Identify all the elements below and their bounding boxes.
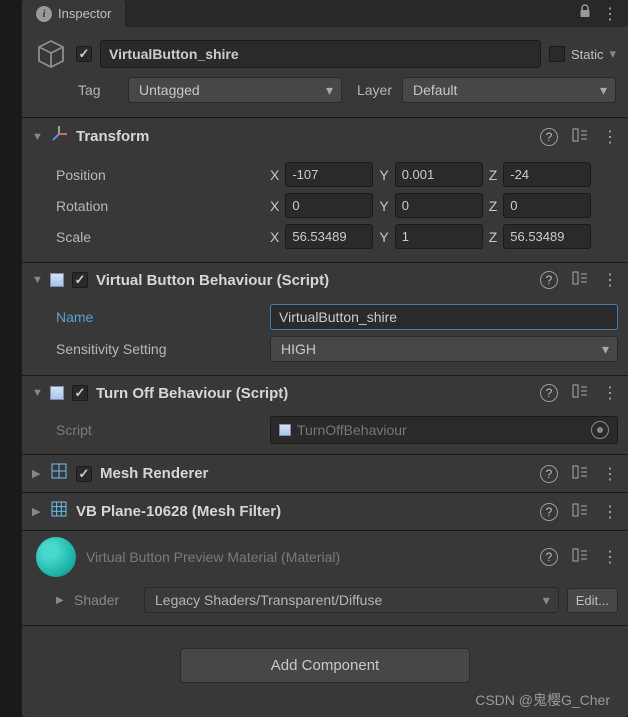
static-checkbox[interactable]: [549, 46, 565, 62]
help-icon[interactable]: ?: [540, 128, 558, 146]
position-label: Position: [56, 167, 260, 183]
scale-x-input[interactable]: [285, 224, 373, 249]
material-title: Virtual Button Preview Material (Materia…: [86, 549, 530, 565]
watermark: CSDN @鬼樱G_Cher: [475, 690, 610, 710]
shader-edit-button[interactable]: Edit...: [567, 588, 618, 613]
preset-icon[interactable]: [572, 271, 588, 289]
rotation-x-input[interactable]: [285, 193, 373, 218]
lock-icon[interactable]: [578, 4, 592, 24]
vbb-name-input[interactable]: [270, 304, 618, 330]
scale-y-input[interactable]: [395, 224, 483, 249]
shader-dropdown[interactable]: Legacy Shaders/Transparent/Diffuse: [144, 587, 559, 613]
tag-dropdown[interactable]: Untagged: [128, 77, 342, 103]
mesh-filter-header[interactable]: ▶ VB Plane-10628 (Mesh Filter) ? ⋮: [22, 493, 628, 530]
position-x-input[interactable]: [285, 162, 373, 187]
layer-label: Layer: [352, 82, 392, 98]
foldout-icon: ▼: [32, 387, 42, 399]
script-icon: [50, 386, 64, 400]
transform-icon: [50, 125, 68, 148]
transform-header[interactable]: ▼ Transform ? ⋮: [22, 118, 628, 155]
preset-icon[interactable]: [572, 503, 588, 521]
menu-icon[interactable]: ⋮: [602, 547, 618, 567]
mesh-renderer-header[interactable]: ▶ Mesh Renderer ? ⋮: [22, 455, 628, 492]
shader-label: Shader: [74, 592, 136, 608]
gameobject-name-input[interactable]: [100, 40, 541, 68]
mesh-renderer-enabled-checkbox[interactable]: [76, 466, 92, 482]
tab-bar: i Inspector ⋮: [22, 0, 628, 27]
foldout-icon: ▶: [32, 505, 42, 518]
vbb-name-label: Name: [56, 309, 260, 325]
tab-menu-icon[interactable]: ⋮: [602, 4, 618, 24]
preset-icon[interactable]: [572, 465, 588, 483]
transform-title: Transform: [76, 128, 532, 145]
foldout-icon: ▶: [32, 467, 42, 480]
scale-z-input[interactable]: [503, 224, 591, 249]
gameobject-icon: [34, 37, 68, 71]
info-icon: i: [36, 6, 52, 22]
position-y-input[interactable]: [395, 162, 483, 187]
help-icon[interactable]: ?: [540, 548, 558, 566]
virtual-button-behaviour-component: ▼ Virtual Button Behaviour (Script) ? ⋮ …: [22, 262, 628, 375]
menu-icon[interactable]: ⋮: [602, 270, 618, 290]
vbb-header[interactable]: ▼ Virtual Button Behaviour (Script) ? ⋮: [22, 263, 628, 297]
help-icon[interactable]: ?: [540, 384, 558, 402]
mesh-filter-title: VB Plane-10628 (Mesh Filter): [76, 503, 532, 520]
scale-label: Scale: [56, 229, 260, 245]
preset-icon[interactable]: [572, 384, 588, 402]
mesh-renderer-component: ▶ Mesh Renderer ? ⋮: [22, 454, 628, 492]
tab-title: Inspector: [58, 6, 111, 21]
tob-enabled-checkbox[interactable]: [72, 385, 88, 401]
inspector-tab[interactable]: i Inspector: [22, 0, 125, 27]
vbb-enabled-checkbox[interactable]: [72, 272, 88, 288]
sensitivity-label: Sensitivity Setting: [56, 341, 260, 357]
preset-icon[interactable]: [572, 128, 588, 146]
rotation-label: Rotation: [56, 198, 260, 214]
sensitivity-dropdown[interactable]: HIGH: [270, 336, 618, 362]
help-icon[interactable]: ?: [540, 271, 558, 289]
enabled-checkbox[interactable]: [76, 46, 92, 62]
material-section: Virtual Button Preview Material (Materia…: [22, 530, 628, 625]
script-icon: [279, 424, 291, 436]
script-label: Script: [56, 422, 260, 438]
layer-dropdown[interactable]: Default: [402, 77, 616, 103]
static-dropdown-icon[interactable]: ▾: [609, 46, 616, 62]
tob-header[interactable]: ▼ Turn Off Behaviour (Script) ? ⋮: [22, 376, 628, 410]
foldout-icon: ▼: [32, 274, 42, 286]
mesh-renderer-icon: [50, 462, 68, 485]
help-icon[interactable]: ?: [540, 465, 558, 483]
help-icon[interactable]: ?: [540, 503, 558, 521]
position-z-input[interactable]: [503, 162, 591, 187]
menu-icon[interactable]: ⋮: [602, 383, 618, 403]
menu-icon[interactable]: ⋮: [602, 127, 618, 147]
tag-label: Tag: [78, 82, 118, 98]
script-field[interactable]: TurnOffBehaviour: [270, 416, 618, 444]
preset-icon[interactable]: [572, 548, 588, 566]
foldout-icon[interactable]: ▶: [56, 595, 66, 606]
object-picker-icon[interactable]: [591, 421, 609, 439]
foldout-icon: ▼: [32, 131, 42, 143]
rotation-y-input[interactable]: [395, 193, 483, 218]
menu-icon[interactable]: ⋮: [602, 464, 618, 484]
rotation-z-input[interactable]: [503, 193, 591, 218]
mesh-renderer-title: Mesh Renderer: [100, 465, 532, 482]
mesh-filter-icon: [50, 500, 68, 523]
vbb-title: Virtual Button Behaviour (Script): [96, 272, 532, 289]
tag-layer-row: Tag Untagged Layer Default: [22, 77, 628, 117]
menu-icon[interactable]: ⋮: [602, 502, 618, 522]
turn-off-behaviour-component: ▼ Turn Off Behaviour (Script) ? ⋮ Script…: [22, 375, 628, 454]
material-preview-icon: [36, 537, 76, 577]
mesh-filter-component: ▶ VB Plane-10628 (Mesh Filter) ? ⋮: [22, 492, 628, 530]
static-label: Static: [571, 47, 604, 62]
script-icon: [50, 273, 64, 287]
transform-component: ▼ Transform ? ⋮ Position X Y Z: [22, 117, 628, 262]
tob-title: Turn Off Behaviour (Script): [96, 385, 532, 402]
gameobject-header: Static ▾: [22, 27, 628, 77]
add-component-button[interactable]: Add Component: [180, 648, 470, 683]
